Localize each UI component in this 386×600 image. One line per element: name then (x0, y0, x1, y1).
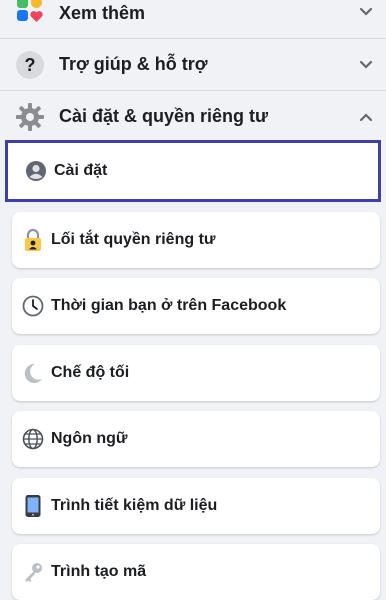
item-label: Thời gian bạn ở trên Facebook (51, 297, 287, 314)
svg-text:?: ? (25, 55, 36, 75)
settings-item-time-on-facebook[interactable]: Thời gian bạn ở trên Facebook (12, 278, 380, 334)
lock-person-icon (21, 228, 45, 252)
chevron-up-icon[interactable] (356, 107, 376, 127)
grid-shapes-icon (14, 0, 46, 26)
divider (0, 90, 386, 91)
section-see-more[interactable]: Xem thêm (0, 0, 386, 30)
item-label: Trình tạo mã (51, 563, 147, 580)
settings-item-data-saver[interactable]: Trình tiết kiệm dữ liệu (12, 478, 380, 534)
question-circle-icon: ? (14, 49, 46, 81)
settings-item-language[interactable]: Ngôn ngữ (12, 411, 380, 467)
item-label: Chế độ tối (51, 364, 130, 381)
item-label: Cài đặt (54, 162, 108, 179)
section-label: Xem thêm (59, 3, 146, 23)
section-label: Cài đặt & quyền riêng tư (59, 106, 269, 126)
item-label: Trình tiết kiệm dữ liệu (51, 497, 218, 514)
key-icon (21, 560, 45, 584)
settings-item-dark-mode[interactable]: Chế độ tối (12, 345, 380, 401)
section-settings-privacy[interactable]: Cài đặt & quyền riêng tư (0, 96, 386, 138)
divider (0, 38, 386, 39)
profile-circle-icon (24, 159, 48, 183)
moon-icon (21, 361, 45, 385)
clock-icon (21, 294, 45, 318)
settings-item-code-generator[interactable]: Trình tạo mã (12, 544, 380, 600)
item-label: Ngôn ngữ (51, 430, 128, 447)
section-label: Trợ giúp & hỗ trợ (59, 54, 208, 74)
globe-icon (21, 427, 45, 451)
item-label: Lối tắt quyền riêng tư (51, 231, 216, 248)
chevron-down-icon[interactable] (356, 55, 376, 75)
phone-icon (21, 494, 45, 518)
chevron-down-icon[interactable] (356, 2, 376, 22)
gear-icon (14, 101, 46, 133)
settings-item-settings[interactable]: Cài đặt (5, 140, 381, 202)
section-help-support[interactable]: ? Trợ giúp & hỗ trợ (0, 44, 386, 86)
settings-item-privacy-shortcuts[interactable]: Lối tắt quyền riêng tư (12, 212, 380, 268)
